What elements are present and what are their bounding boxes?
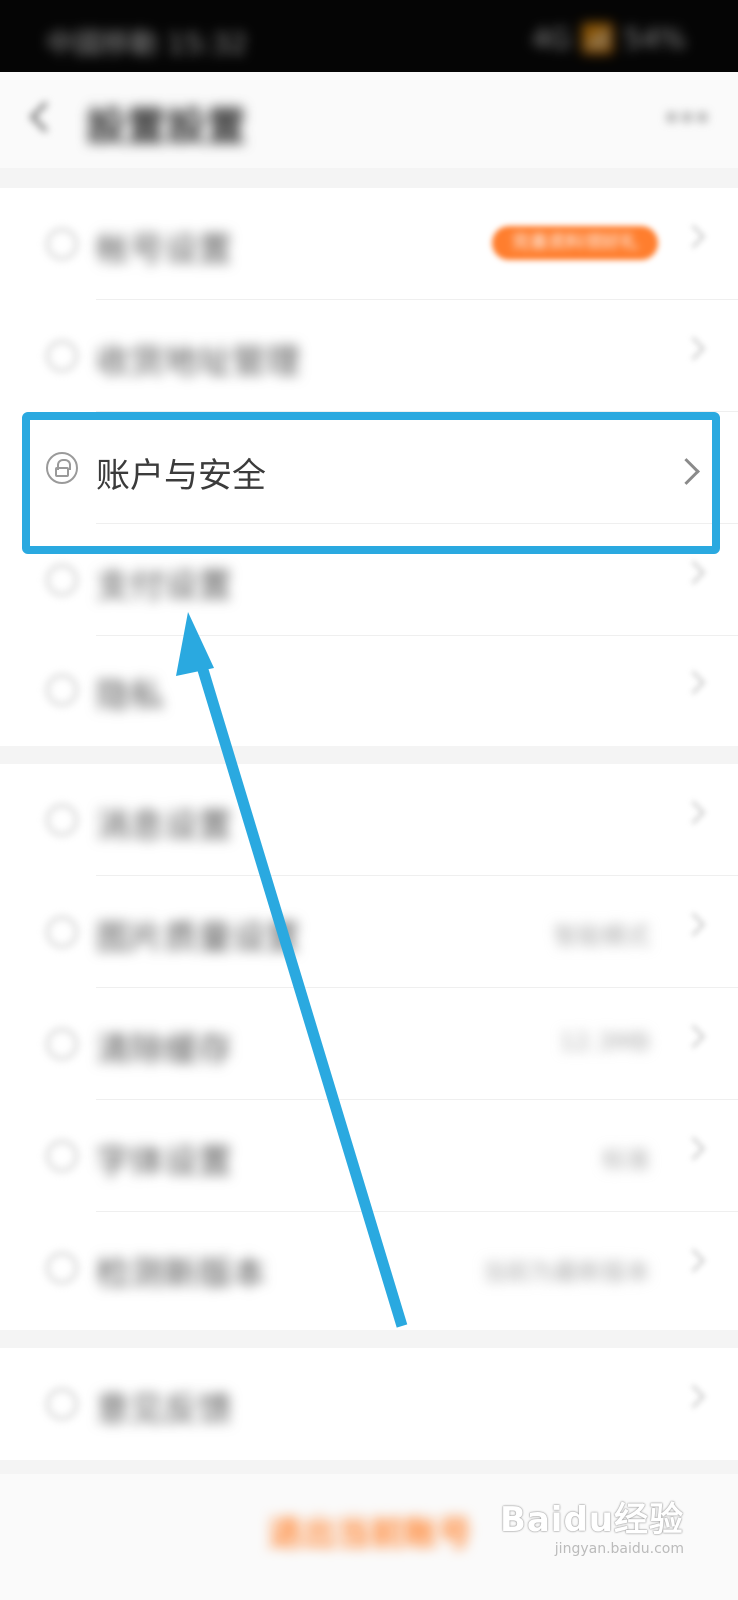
watermark-main: Baidu经验 [499, 1500, 684, 1540]
annotation-arrow [176, 612, 408, 1328]
watermark-sub: jingyan.baidu.com [554, 1541, 684, 1557]
baidu-watermark: Baidu经验 jingyan.baidu.com [500, 1492, 684, 1557]
